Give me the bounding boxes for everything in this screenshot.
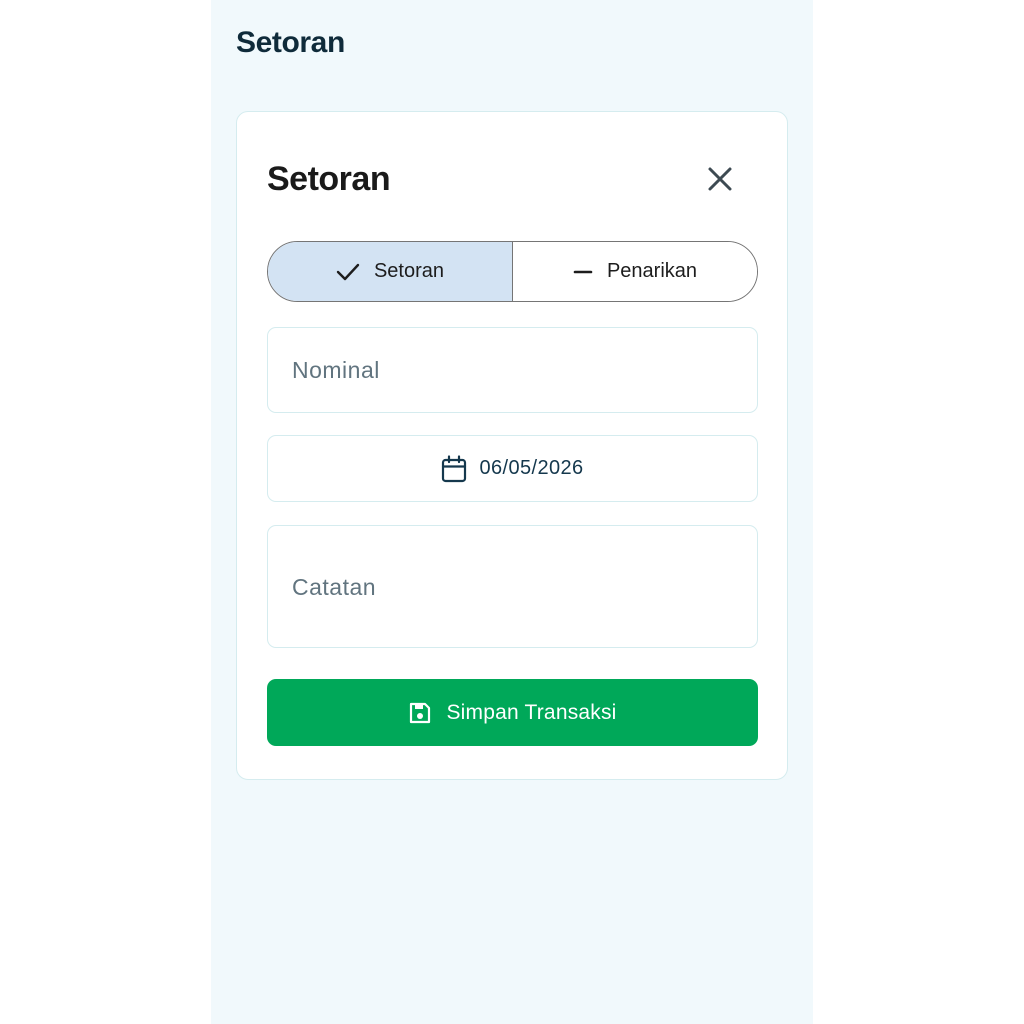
save-icon <box>410 702 431 723</box>
note-input[interactable] <box>292 571 733 602</box>
nominal-field <box>267 327 758 413</box>
close-button[interactable] <box>703 162 737 196</box>
save-transaction-button[interactable]: Simpan Transaksi <box>267 679 758 746</box>
dialog-title: Setoran <box>267 160 391 198</box>
note-field <box>267 525 758 648</box>
date-field[interactable]: 06/05/2026 <box>267 435 758 502</box>
page-title: Setoran <box>236 26 345 59</box>
transaction-type-toggle: Setoran Penarikan <box>267 241 758 302</box>
minus-icon <box>573 270 593 273</box>
date-value: 06/05/2026 <box>479 457 584 479</box>
save-button-label: Simpan Transaksi <box>446 700 617 724</box>
app-screen: Setoran Setoran Setoran Penarikan Nomina… <box>211 0 813 1024</box>
segment-penarikan[interactable]: Penarikan <box>513 242 757 301</box>
transaction-dialog: Setoran Setoran Penarikan Nominal 06/05/… <box>236 111 788 780</box>
check-icon <box>336 263 360 280</box>
segment-setoran[interactable]: Setoran <box>268 242 513 301</box>
close-icon <box>708 167 732 191</box>
nominal-input[interactable] <box>292 328 733 412</box>
calendar-icon <box>442 454 467 482</box>
segment-penarikan-label: Penarikan <box>606 260 698 282</box>
segment-setoran-label: Setoran <box>373 260 445 282</box>
